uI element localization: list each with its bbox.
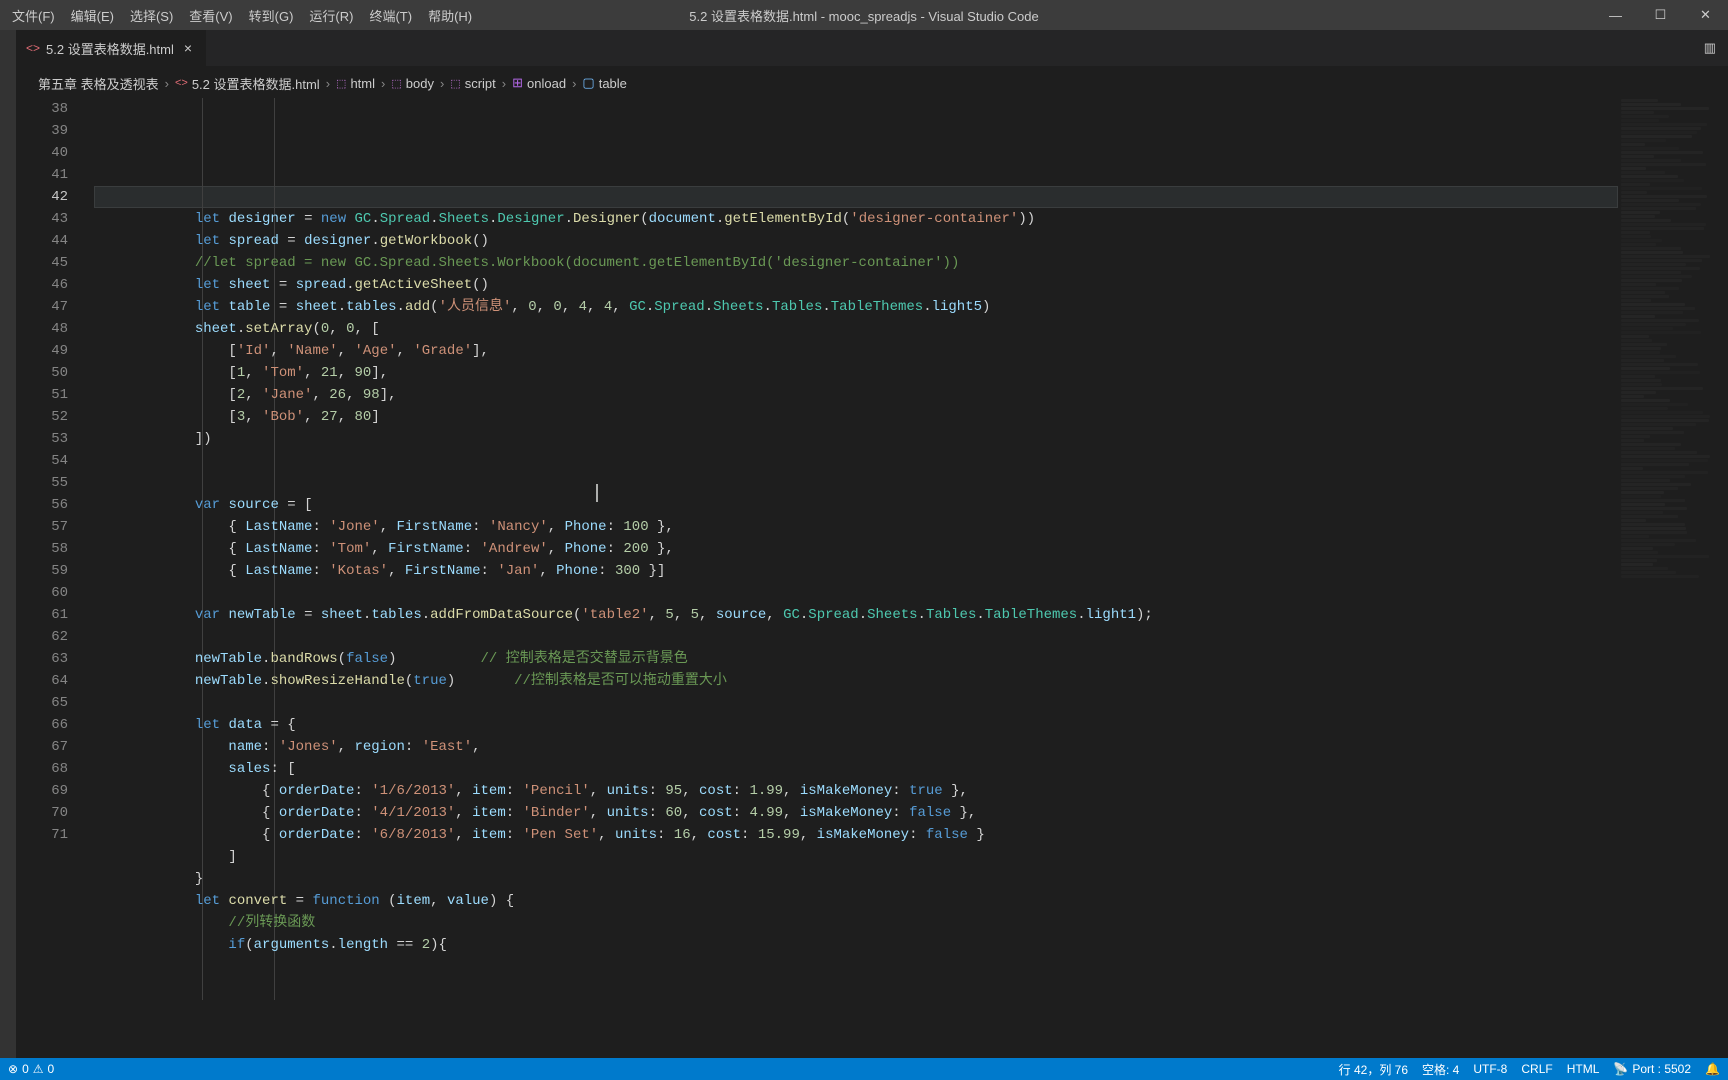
eol-status[interactable]: CRLF <box>1521 1062 1552 1076</box>
breadcrumb-icon: <> <box>175 77 188 89</box>
breadcrumb-icon: ⬚ <box>450 77 460 90</box>
html-file-icon: <> <box>26 41 40 55</box>
code-line[interactable]: { orderDate: '4/1/2013', item: 'Binder',… <box>94 802 1618 824</box>
code-line[interactable]: { orderDate: '1/6/2013', item: 'Pencil',… <box>94 780 1618 802</box>
code-line[interactable]: name: 'Jones', region: 'East', <box>94 736 1618 758</box>
code-line[interactable]: ]) <box>94 428 1618 450</box>
breadcrumb-item[interactable]: table <box>599 76 627 91</box>
code-line[interactable]: let data = { <box>94 714 1618 736</box>
code-line[interactable]: { LastName: 'Kotas', FirstName: 'Jan', P… <box>94 560 1618 582</box>
code-line[interactable] <box>94 472 1618 494</box>
breadcrumb-item[interactable]: 5.2 设置表格数据.html <box>192 74 320 93</box>
breadcrumb-item[interactable]: html <box>350 76 375 91</box>
code-line[interactable]: { LastName: 'Jone', FirstName: 'Nancy', … <box>94 516 1618 538</box>
problems-status[interactable]: ⊗ 0 ⚠ 0 <box>8 1062 54 1076</box>
code-line[interactable]: let spread = designer.getWorkbook() <box>94 230 1618 252</box>
code-line[interactable]: sales: [ <box>94 758 1618 780</box>
code-line[interactable]: ['Id', 'Name', 'Age', 'Grade'], <box>94 340 1618 362</box>
indent-status[interactable]: 空格: 4 <box>1422 1061 1459 1078</box>
code-line[interactable]: { orderDate: '6/8/2013', item: 'Pen Set'… <box>94 824 1618 846</box>
code-line[interactable]: [3, 'Bob', 27, 80] <box>94 406 1618 428</box>
code-line[interactable]: var source = [ <box>94 494 1618 516</box>
breadcrumb-icon: ⬚ <box>336 77 346 90</box>
code-line[interactable]: //列转换函数 <box>94 912 1618 934</box>
code-line[interactable]: let designer = new GC.Spread.Sheets.Desi… <box>94 208 1618 230</box>
code-line[interactable]: newTable.bandRows(false) // 控制表格是否交替显示背景… <box>94 648 1618 670</box>
code-line[interactable]: let sheet = spread.getActiveSheet() <box>94 274 1618 296</box>
menu-item[interactable]: 查看(V) <box>181 0 240 30</box>
live-server-status[interactable]: 📡 Port : 5502 <box>1613 1062 1691 1076</box>
menu-item[interactable]: 编辑(E) <box>63 0 122 30</box>
breadcrumb-item[interactable]: body <box>406 76 434 91</box>
code-line[interactable]: [1, 'Tom', 21, 90], <box>94 362 1618 384</box>
error-icon: ⊗ <box>8 1062 18 1076</box>
code-line[interactable] <box>94 450 1618 472</box>
breadcrumb-item[interactable]: onload <box>527 76 566 91</box>
code-line[interactable]: let convert = function (item, value) { <box>94 890 1618 912</box>
code-line[interactable]: [2, 'Jane', 26, 98], <box>94 384 1618 406</box>
menu-item[interactable]: 文件(F) <box>4 0 63 30</box>
code-line[interactable]: var newTable = sheet.tables.addFromDataS… <box>94 604 1618 626</box>
editor-tab[interactable]: <> 5.2 设置表格数据.html × <box>16 30 207 66</box>
broadcast-icon: 📡 <box>1613 1062 1628 1076</box>
encoding-status[interactable]: UTF-8 <box>1473 1062 1507 1076</box>
menu-item[interactable]: 运行(R) <box>301 0 361 30</box>
menu-item[interactable]: 帮助(H) <box>420 0 480 30</box>
breadcrumb-icon: ⬚ <box>391 77 401 90</box>
close-tab-button[interactable]: × <box>180 40 196 56</box>
breadcrumb-item[interactable]: 第五章 表格及透视表 <box>38 74 159 93</box>
tab-label: 5.2 设置表格数据.html <box>46 39 174 58</box>
close-window-button[interactable]: ✕ <box>1683 0 1728 30</box>
code-line[interactable]: ] <box>94 846 1618 868</box>
code-line[interactable] <box>94 692 1618 714</box>
split-editor-icon[interactable]: ▥ <box>1704 40 1716 56</box>
language-mode[interactable]: HTML <box>1567 1062 1600 1076</box>
menu-item[interactable]: 选择(S) <box>122 0 181 30</box>
status-bar: ⊗ 0 ⚠ 0 行 42，列 76 空格: 4 UTF-8 CRLF HTML … <box>0 1058 1728 1080</box>
breadcrumb[interactable]: 第五章 表格及透视表›<> 5.2 设置表格数据.html›⬚ html›⬚ b… <box>38 70 627 96</box>
menu-item[interactable]: 终端(T) <box>361 0 420 30</box>
code-line[interactable] <box>94 582 1618 604</box>
activity-bar[interactable] <box>0 30 16 1058</box>
breadcrumb-item[interactable]: script <box>465 76 496 91</box>
code-editor[interactable]: 3839404142434445464748495051525354555657… <box>16 98 1618 1058</box>
code-line[interactable]: newTable.showResizeHandle(true) //控制表格是否… <box>94 670 1618 692</box>
code-line[interactable]: //let spread = new GC.Spread.Sheets.Work… <box>94 252 1618 274</box>
warning-icon: ⚠ <box>33 1062 44 1076</box>
code-line[interactable]: if(arguments.length == 2){ <box>94 934 1618 956</box>
menu-bar: 文件(F)编辑(E)选择(S)查看(V)转到(G)运行(R)终端(T)帮助(H)… <box>0 0 1728 30</box>
maximize-button[interactable]: ☐ <box>1638 0 1683 30</box>
code-line[interactable] <box>94 626 1618 648</box>
minimize-button[interactable]: — <box>1593 0 1638 30</box>
code-line[interactable]: { LastName: 'Tom', FirstName: 'Andrew', … <box>94 538 1618 560</box>
breadcrumb-icon: ▢ <box>582 75 594 91</box>
code-line[interactable]: } <box>94 868 1618 890</box>
menu-item[interactable]: 转到(G) <box>241 0 302 30</box>
window-title: 5.2 设置表格数据.html - mooc_spreadjs - Visual… <box>689 0 1038 30</box>
current-line-highlight <box>94 186 1618 208</box>
breadcrumb-icon: ⊞ <box>512 75 523 91</box>
minimap[interactable] <box>1618 98 1714 1058</box>
tab-bar: <> 5.2 设置表格数据.html × <box>16 30 1728 66</box>
code-line[interactable]: let table = sheet.tables.add('人员信息', 0, … <box>94 296 1618 318</box>
notifications-icon[interactable]: 🔔 <box>1705 1062 1720 1076</box>
cursor-position[interactable]: 行 42，列 76 <box>1339 1061 1408 1078</box>
code-line[interactable]: sheet.setArray(0, 0, [ <box>94 318 1618 340</box>
